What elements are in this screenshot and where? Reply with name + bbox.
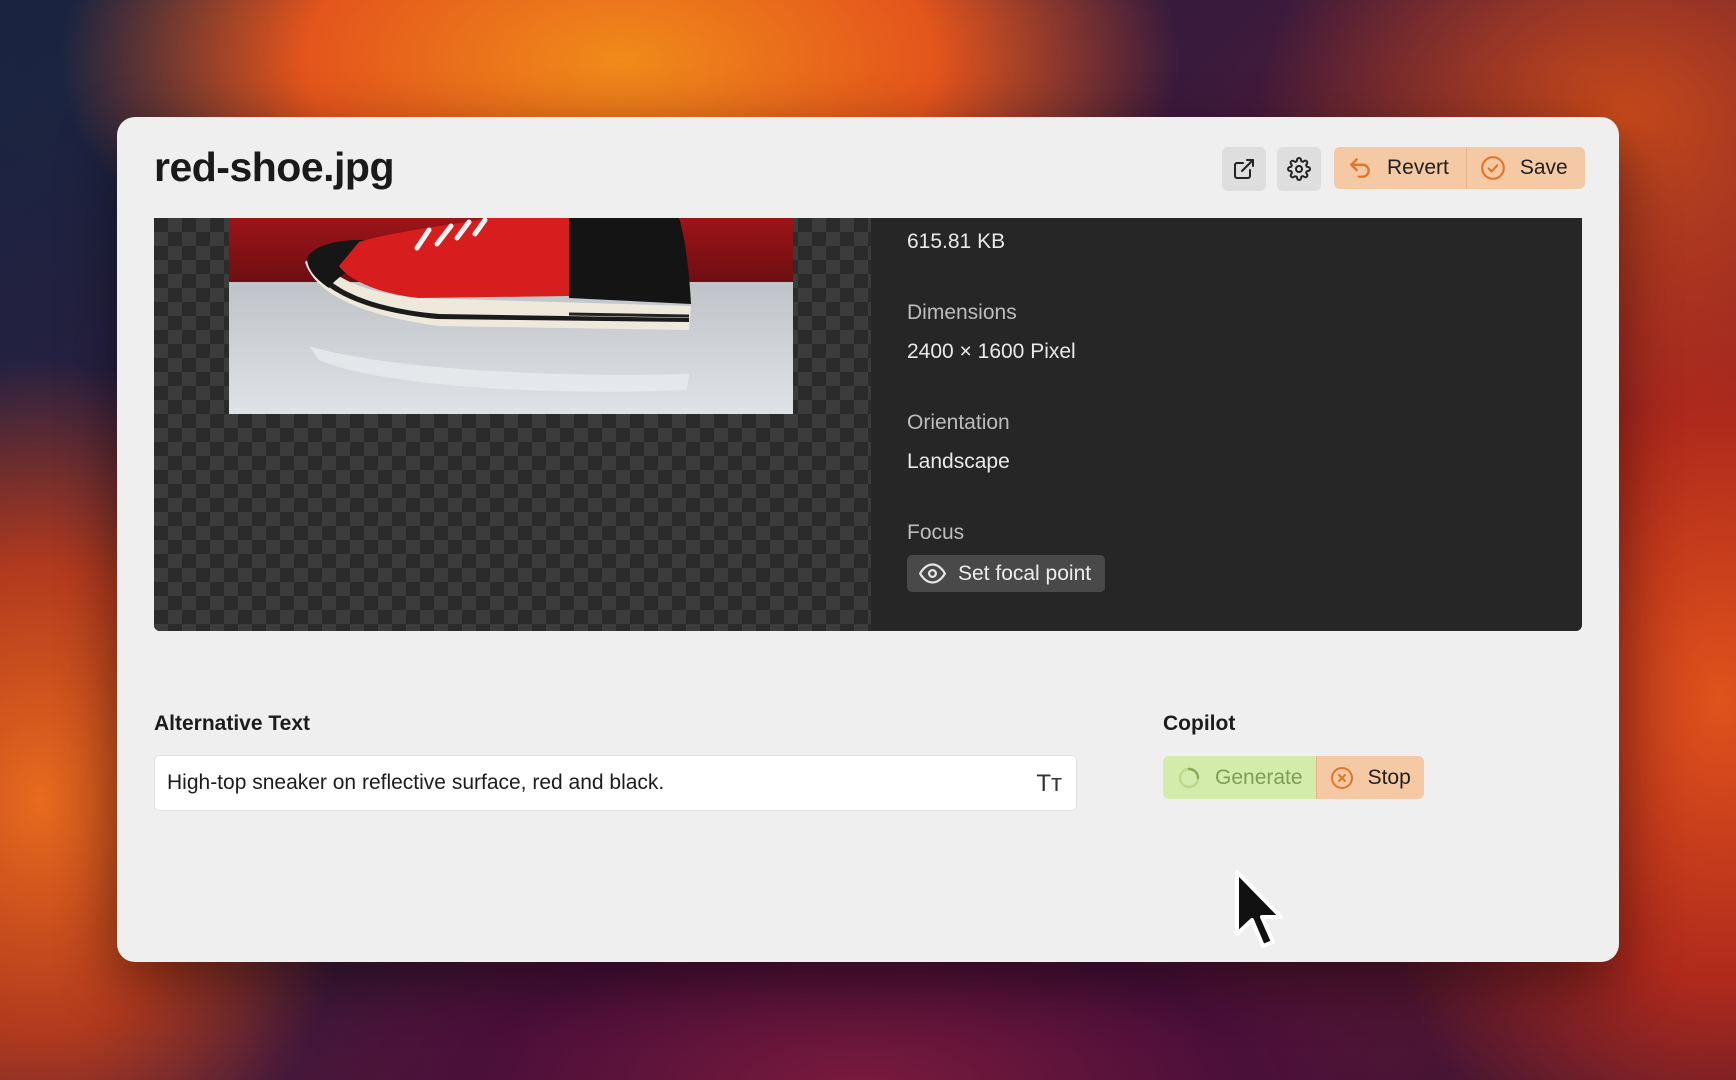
- image-preview: [154, 218, 871, 631]
- revert-save-group: Revert Save: [1334, 147, 1585, 189]
- gear-icon: [1287, 157, 1311, 181]
- text-format-icon[interactable]: Tт: [1036, 770, 1062, 798]
- undo-icon: [1350, 158, 1370, 178]
- orientation-value: Landscape: [907, 450, 1010, 473]
- settings-button[interactable]: [1277, 147, 1321, 191]
- external-link-icon: [1234, 159, 1254, 179]
- file-title: red-shoe.jpg: [154, 144, 395, 190]
- generate-label: Generate: [1215, 765, 1303, 789]
- focus-label: Focus: [907, 521, 965, 544]
- dimensions-label: Dimensions: [907, 301, 1017, 324]
- mouse-cursor-icon: [1235, 870, 1283, 948]
- check-circle-icon: [1480, 156, 1505, 180]
- eye-icon: [919, 563, 946, 584]
- spinner-icon: [1178, 767, 1200, 788]
- stop-circle-icon: [1330, 766, 1353, 789]
- open-external-button[interactable]: [1222, 147, 1266, 191]
- set-focal-point-button[interactable]: Set focal point: [907, 555, 1106, 592]
- alt-text-label: Alternative Text: [154, 712, 310, 735]
- generate-button[interactable]: Generate: [1163, 756, 1316, 799]
- save-button[interactable]: Save: [1465, 147, 1585, 189]
- sneaker-photo: [229, 218, 793, 414]
- media-editor-window: red-shoe.jpg Revert Save 615.81 KB Dimen…: [117, 117, 1619, 962]
- image-detail-panel: 615.81 KB Dimensions 2400 × 1600 Pixel O…: [154, 218, 1582, 631]
- orientation-label: Orientation: [907, 411, 1010, 434]
- alt-text-field[interactable]: Tт: [154, 755, 1077, 811]
- revert-label: Revert: [1387, 156, 1449, 179]
- copilot-label: Copilot: [1163, 712, 1236, 735]
- file-size-value: 615.81 KB: [907, 230, 1006, 253]
- save-label: Save: [1519, 156, 1568, 179]
- alt-text-input[interactable]: [167, 756, 1017, 810]
- copilot-button-group: Generate Stop: [1163, 756, 1424, 799]
- revert-button[interactable]: Revert: [1334, 147, 1466, 189]
- dimensions-value: 2400 × 1600 Pixel: [907, 340, 1076, 363]
- stop-label: Stop: [1367, 765, 1411, 789]
- stop-button[interactable]: Stop: [1315, 756, 1424, 799]
- set-focal-point-label: Set focal point: [958, 561, 1092, 585]
